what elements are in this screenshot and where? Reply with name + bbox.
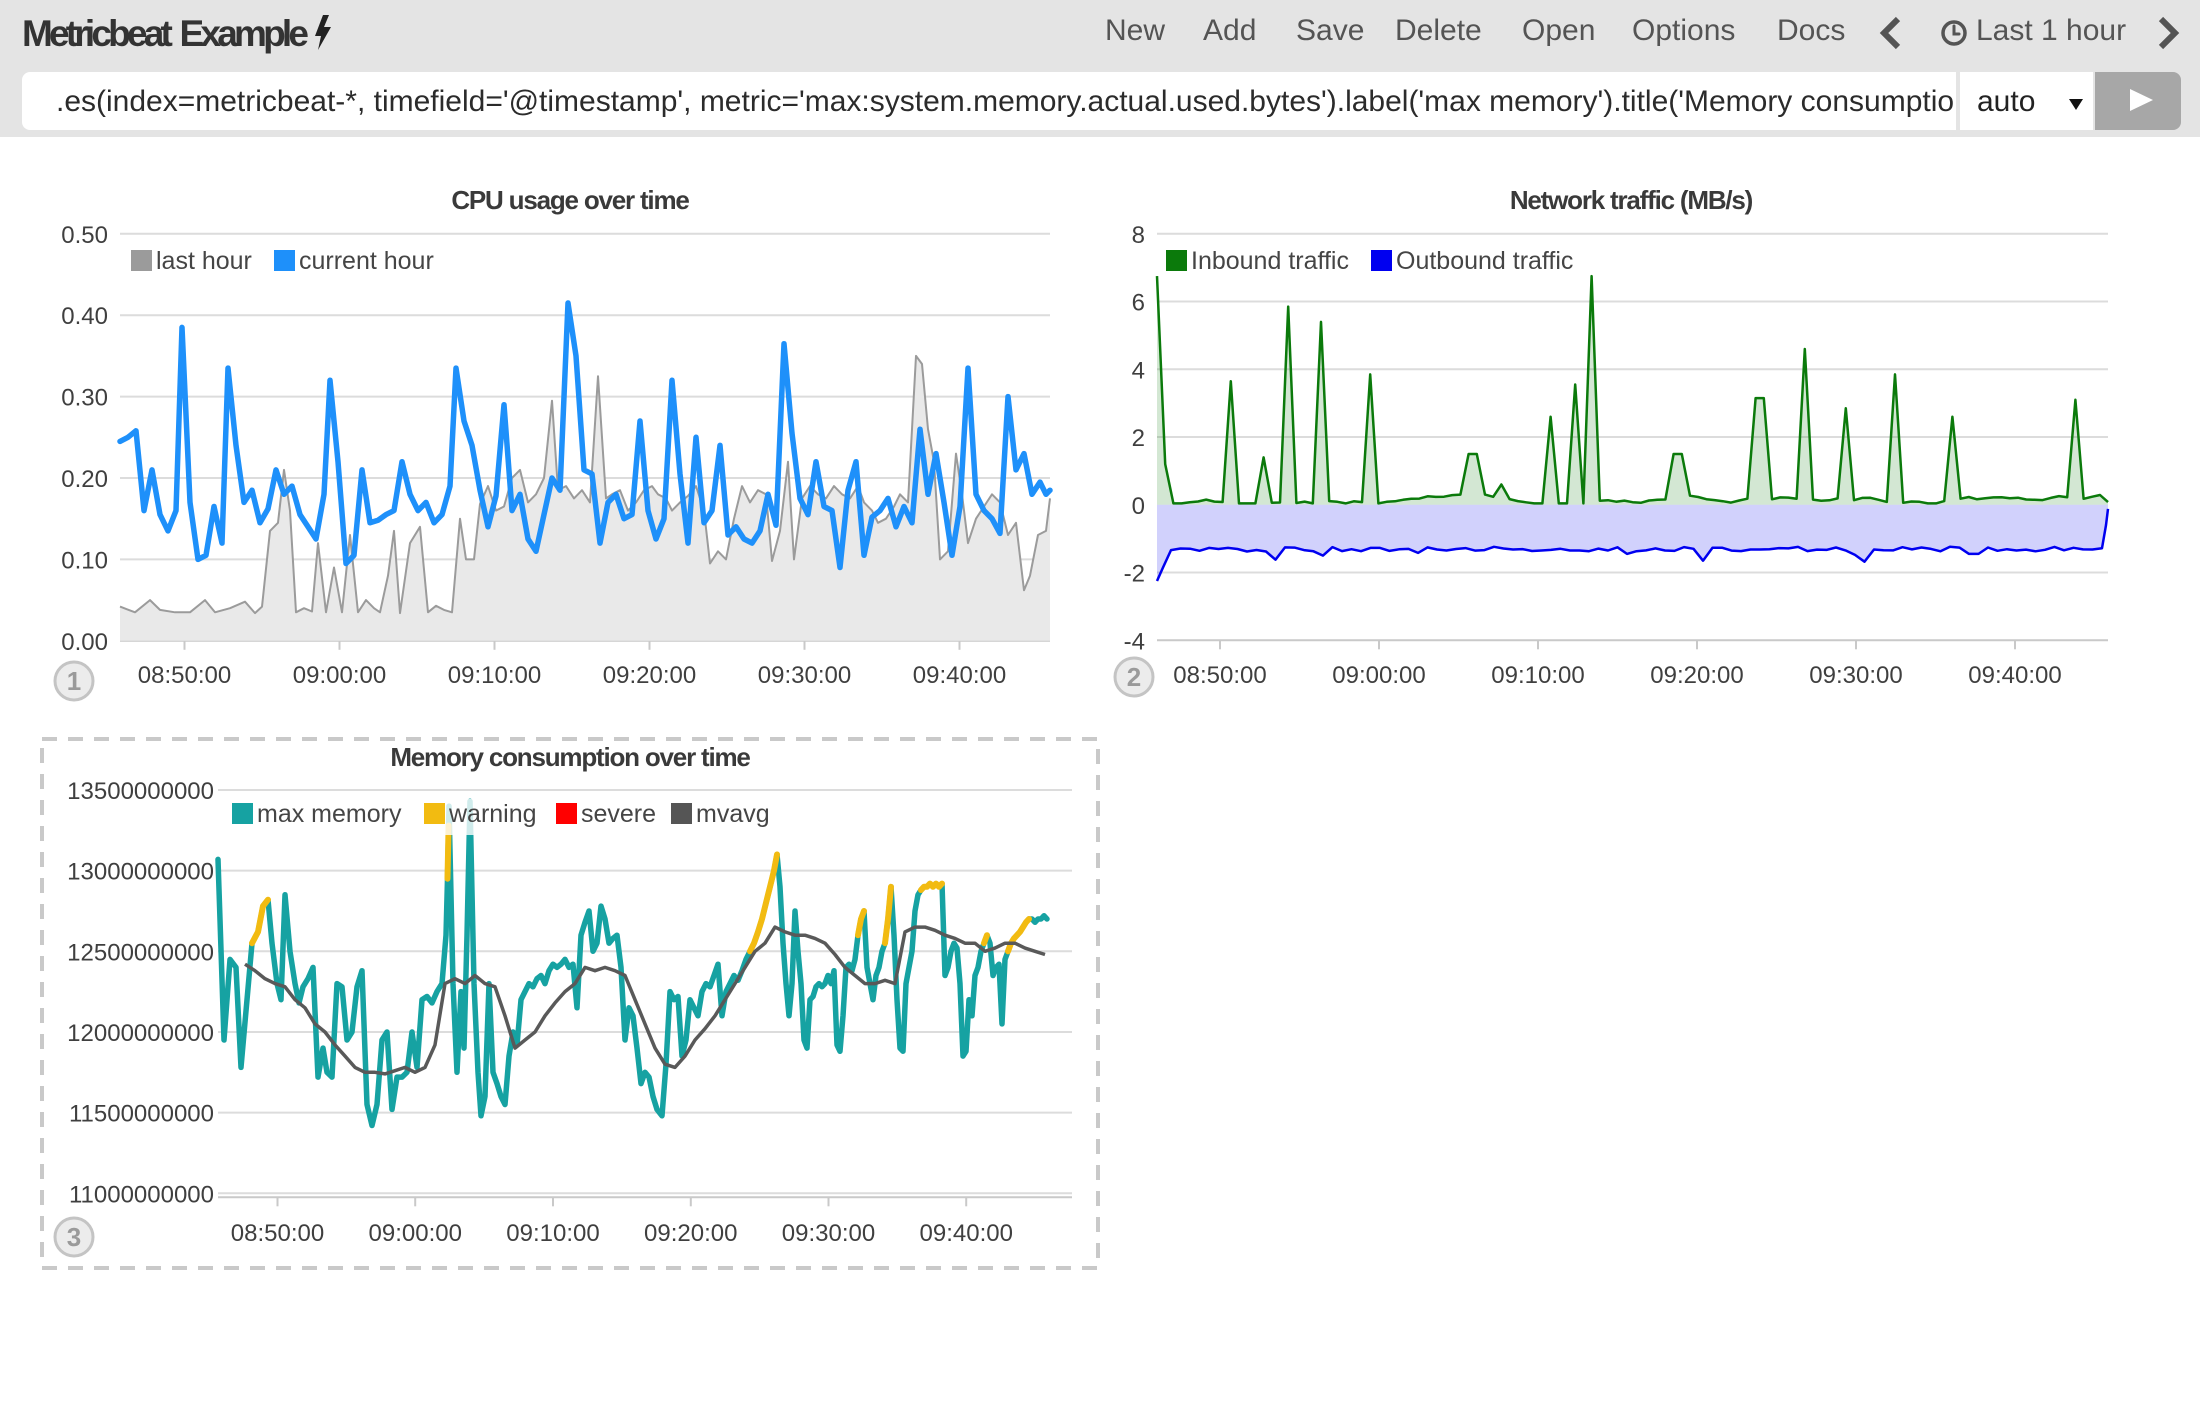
svg-text:09:40:00: 09:40:00 [1968,662,2061,689]
svg-text:mvavg: mvavg [696,800,770,828]
svg-text:CPU usage over time: CPU usage over time [451,185,689,215]
svg-text:warning: warning [448,800,537,828]
svg-text:08:50:00: 08:50:00 [138,662,231,689]
svg-text:max memory: max memory [257,800,402,828]
svg-text:09:10:00: 09:10:00 [1491,662,1584,689]
svg-text:11000000000: 11000000000 [69,1181,214,1208]
svg-text:09:20:00: 09:20:00 [1650,662,1743,689]
svg-text:2: 2 [1132,425,1145,452]
svg-text:0.50: 0.50 [61,222,108,249]
svg-text:09:10:00: 09:10:00 [506,1220,599,1247]
svg-text:0.40: 0.40 [61,303,108,330]
svg-text:Inbound traffic: Inbound traffic [1191,247,1349,275]
svg-text:09:00:00: 09:00:00 [293,662,386,689]
svg-text:current hour: current hour [299,247,434,275]
svg-text:09:10:00: 09:10:00 [448,662,541,689]
svg-text:0: 0 [1132,493,1145,520]
svg-text:Memory consumption over time: Memory consumption over time [390,742,750,772]
svg-text:13500000000: 13500000000 [67,778,214,805]
svg-text:09:40:00: 09:40:00 [920,1220,1013,1247]
svg-text:08:50:00: 08:50:00 [1173,662,1266,689]
svg-text:13000000000: 13000000000 [67,859,214,886]
svg-text:08:50:00: 08:50:00 [231,1220,324,1247]
svg-text:09:00:00: 09:00:00 [369,1220,462,1247]
svg-text:09:20:00: 09:20:00 [603,662,696,689]
svg-text:09:00:00: 09:00:00 [1332,662,1425,689]
svg-text:0.20: 0.20 [61,466,108,493]
svg-text:0.00: 0.00 [61,629,108,656]
svg-text:09:20:00: 09:20:00 [644,1220,737,1247]
svg-text:0.30: 0.30 [61,385,108,412]
svg-text:09:30:00: 09:30:00 [782,1220,875,1247]
svg-text:09:30:00: 09:30:00 [758,662,851,689]
svg-text:2: 2 [1127,662,1141,692]
svg-text:4: 4 [1132,357,1145,384]
svg-text:09:30:00: 09:30:00 [1809,662,1902,689]
svg-text:8: 8 [1132,222,1145,249]
svg-text:severe: severe [581,800,656,828]
svg-text:11500000000: 11500000000 [69,1101,214,1128]
svg-text:last hour: last hour [156,247,252,275]
svg-text:-4: -4 [1124,628,1145,655]
svg-text:3: 3 [67,1222,81,1252]
svg-text:1: 1 [67,666,81,696]
svg-text:12000000000: 12000000000 [67,1020,214,1047]
svg-text:6: 6 [1132,290,1145,317]
svg-text:-2: -2 [1124,561,1145,588]
svg-text:Outbound traffic: Outbound traffic [1396,247,1573,275]
svg-text:Network traffic (MB/s): Network traffic (MB/s) [1510,185,1753,215]
svg-text:12500000000: 12500000000 [67,939,214,966]
svg-text:09:40:00: 09:40:00 [913,662,1006,689]
svg-text:0.10: 0.10 [61,547,108,574]
